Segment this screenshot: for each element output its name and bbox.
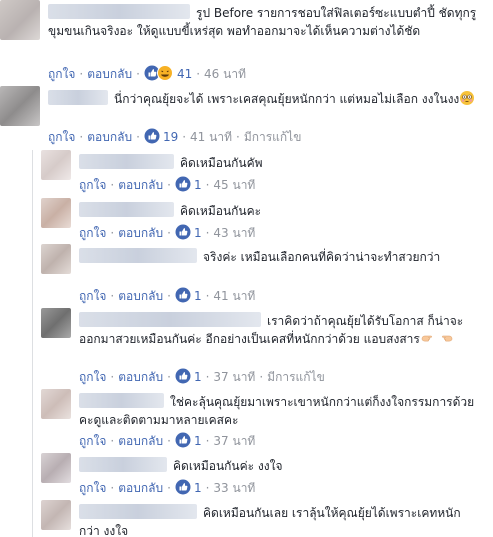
timestamp[interactable]: 41 นาที — [190, 130, 232, 144]
timestamp[interactable]: 45 นาที — [213, 178, 255, 192]
comment-body: รูป Before รายการชอบใส่ฟิลเตอร์ซะแบบตำปี… — [48, 4, 488, 40]
reaction-count[interactable]: 1 — [194, 481, 202, 495]
avatar[interactable] — [41, 389, 71, 419]
flushed-face-icon — [459, 90, 475, 106]
comment-thread: รูป Before รายการชอบใส่ฟิลเตอร์ซะแบบตำปี… — [0, 0, 493, 537]
commenter-name[interactable] — [48, 90, 108, 105]
like-link[interactable]: ถูกใจ — [48, 67, 75, 81]
commenter-name[interactable] — [79, 248, 197, 263]
reply-body: คิดเหมือนกันเลย เราลุ้นให้คุณยุ้ยได้เพรา… — [79, 504, 479, 537]
reaction-count[interactable]: 1 — [194, 289, 202, 303]
reply-actions: ถูกใจ · ตอบกลับ · 1 · 33 นาที — [79, 479, 255, 499]
reaction-count[interactable]: 1 — [194, 226, 202, 240]
edited-label[interactable]: มีการแก้ไข — [267, 370, 325, 384]
like-icon[interactable] — [175, 432, 191, 452]
like-icon[interactable] — [175, 176, 191, 196]
like-link[interactable]: ถูกใจ — [79, 481, 106, 495]
reply-body: จริงค่ะ เหมือนเลือกคนที่คิดว่าน่าจะทำสวย… — [79, 248, 479, 266]
like-icon[interactable] — [175, 368, 191, 388]
avatar[interactable] — [0, 86, 40, 126]
reply-link[interactable]: ตอบกลับ — [118, 178, 163, 192]
reply-body: คิดเหมือนกันคัพ — [79, 154, 479, 172]
reaction-count[interactable]: 1 — [194, 178, 202, 192]
reply-link[interactable]: ตอบกลับ — [87, 67, 132, 81]
commenter-name[interactable] — [79, 457, 167, 472]
reactions[interactable] — [144, 65, 174, 85]
comment-actions: ถูกใจ · ตอบกลับ · 19 · 41 นาที · มีการแก้ไข — [48, 128, 301, 148]
reply-body: ใช่คะลุ้นคุณยุ้ยมาเพราะเขาหนักกว่าแต่ก็ง… — [79, 393, 479, 429]
reaction-count[interactable]: 1 — [194, 434, 202, 448]
reply-link[interactable]: ตอบกลับ — [118, 434, 163, 448]
reply-link[interactable]: ตอบกลับ — [118, 481, 163, 495]
avatar[interactable] — [0, 0, 40, 40]
reaction-count[interactable]: 19 — [163, 130, 178, 144]
reply-actions: ถูกใจ · ตอบกลับ · 1 · 37 นาที — [79, 432, 255, 452]
reply-text: คิดเหมือนกันคะ — [180, 204, 262, 218]
reply-link[interactable]: ตอบกลับ — [118, 226, 163, 240]
like-icon[interactable] — [175, 224, 191, 244]
reply-link[interactable]: ตอบกลับ — [118, 289, 163, 303]
like-link[interactable]: ถูกใจ — [79, 434, 106, 448]
commenter-name[interactable] — [79, 504, 197, 519]
reply-actions: ถูกใจ · ตอบกลับ · 1 · 43 นาที — [79, 224, 255, 244]
comment-actions: ถูกใจ · ตอบกลับ · 41 · 46 นาที — [48, 65, 246, 85]
reply-link[interactable]: ตอบกลับ — [118, 370, 163, 384]
reply-body: เราคิดว่าถ้าคุณยุ้ยได้รับโอกาส ก็น่าจะออ… — [79, 312, 479, 348]
avatar[interactable] — [41, 244, 71, 274]
reply-body: คิดเหมือนกันคะ — [79, 202, 479, 220]
reply-thread-line — [32, 150, 33, 537]
timestamp[interactable]: 37 นาที — [213, 434, 255, 448]
comment-text: นี่กว่าคุณยุ้ยจะได้ เพราะเคสคุณยุ้ยหนักก… — [114, 92, 460, 106]
reaction-count[interactable]: 41 — [177, 67, 192, 81]
like-icon[interactable] — [175, 479, 191, 499]
like-link[interactable]: ถูกใจ — [79, 289, 106, 303]
pointing-hands-icon — [420, 330, 454, 346]
like-icon — [144, 128, 160, 144]
reply-actions: ถูกใจ · ตอบกลับ · 1 · 41 นาที — [79, 287, 255, 307]
like-link[interactable]: ถูกใจ — [79, 370, 106, 384]
like-icon[interactable] — [175, 287, 191, 307]
reactions[interactable] — [144, 128, 160, 148]
reaction-count[interactable]: 1 — [194, 370, 202, 384]
commenter-name[interactable] — [79, 202, 174, 217]
avatar[interactable] — [41, 308, 71, 338]
timestamp[interactable]: 46 นาที — [204, 67, 246, 81]
like-link[interactable]: ถูกใจ — [79, 226, 106, 240]
timestamp[interactable]: 33 นาที — [213, 481, 255, 495]
avatar[interactable] — [41, 500, 71, 530]
avatar[interactable] — [41, 150, 71, 180]
commenter-name[interactable] — [79, 393, 164, 408]
edited-label[interactable]: มีการแก้ไข — [244, 130, 302, 144]
like-link[interactable]: ถูกใจ — [79, 178, 106, 192]
commenter-name[interactable] — [79, 154, 174, 169]
timestamp[interactable]: 37 นาที — [213, 370, 255, 384]
commenter-name[interactable] — [79, 312, 261, 327]
commenter-name[interactable] — [48, 4, 190, 19]
haha-icon — [156, 65, 173, 81]
timestamp[interactable]: 41 นาที — [213, 289, 255, 303]
reply-actions: ถูกใจ · ตอบกลับ · 1 · 37 นาที · มีการแก้ไข — [79, 368, 325, 388]
timestamp[interactable]: 43 นาที — [213, 226, 255, 240]
reply-text: จริงค่ะ เหมือนเลือกคนที่คิดว่าน่าจะทำสวย… — [203, 250, 441, 264]
reply-text: คิดเหมือนกันคัพ — [180, 156, 263, 170]
reply-actions: ถูกใจ · ตอบกลับ · 1 · 45 นาที — [79, 176, 255, 196]
reply-body: คิดเหมือนกันค่ะ งงใจ — [79, 457, 479, 475]
reply-link[interactable]: ตอบกลับ — [87, 130, 132, 144]
reply-text: คิดเหมือนกันค่ะ งงใจ — [173, 459, 283, 473]
comment-body: นี่กว่าคุณยุ้ยจะได้ เพราะเคสคุณยุ้ยหนักก… — [48, 90, 488, 108]
like-link[interactable]: ถูกใจ — [48, 130, 75, 144]
avatar[interactable] — [41, 453, 71, 483]
avatar[interactable] — [41, 198, 71, 228]
